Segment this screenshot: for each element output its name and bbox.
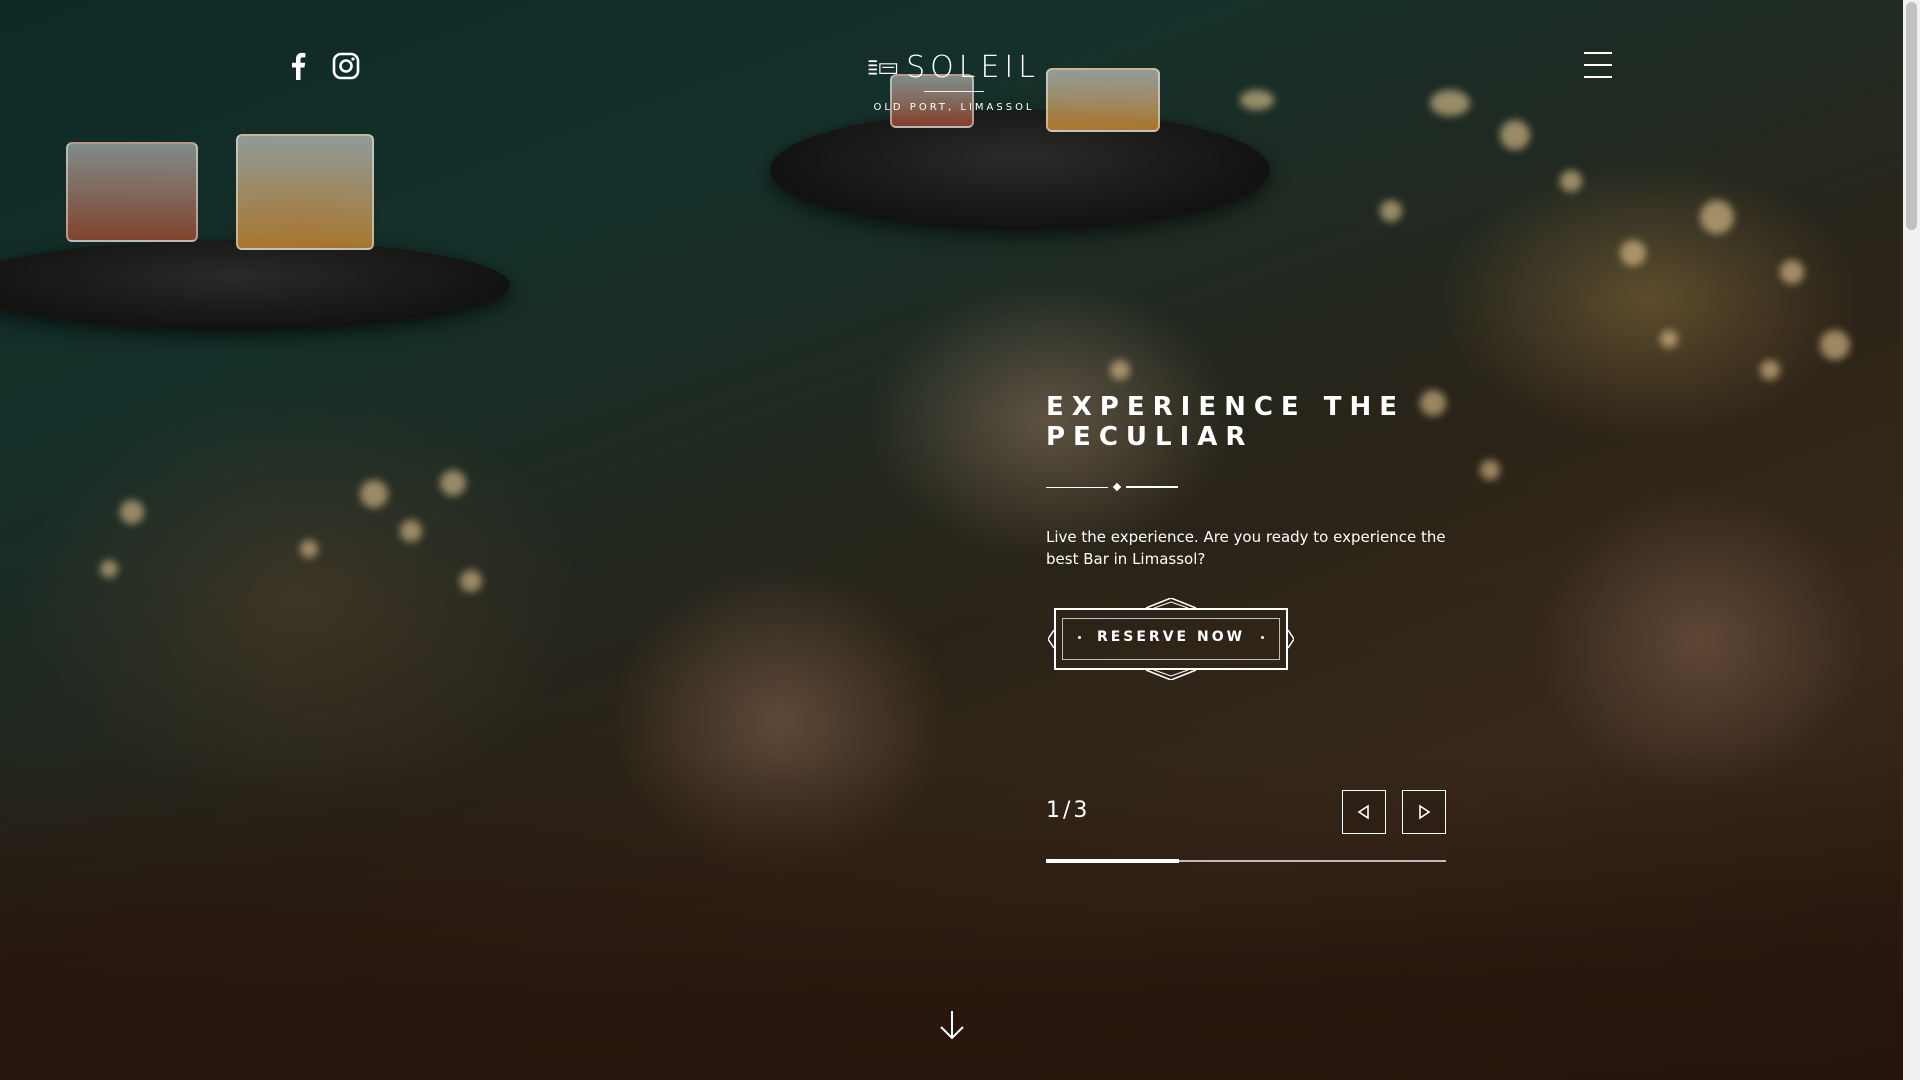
- logo-rule: [924, 91, 984, 92]
- next-slide-button[interactable]: [1402, 790, 1446, 834]
- hero-viewport: SOLEIL OLD PORT, LIMASSOL EXPERIENCE THE…: [0, 0, 1903, 1080]
- slide-progress-track: [1046, 859, 1446, 863]
- logo-wordmark: SOLEIL: [906, 50, 1040, 85]
- logo-emblem-icon: [868, 59, 898, 75]
- slide-description: Live the experience. Are you ready to ex…: [1046, 528, 1446, 568]
- social-links: [284, 52, 360, 80]
- reserve-now-button[interactable]: RESERVE NOW: [1048, 598, 1294, 680]
- hero-overlay: [0, 0, 1903, 1080]
- slide-title: EXPERIENCE THE PECULIAR: [1046, 392, 1405, 452]
- arrow-left-icon: [1357, 804, 1369, 820]
- prev-slide-button[interactable]: [1342, 790, 1386, 834]
- scroll-down-button[interactable]: [938, 1010, 966, 1040]
- instagram-icon[interactable]: [332, 52, 360, 80]
- arrow-down-icon: [940, 1011, 964, 1040]
- facebook-icon[interactable]: [284, 52, 312, 80]
- slide-caption: EXPERIENCE THE PECULIAR Live the experie…: [1046, 392, 1446, 570]
- page-scrollbar[interactable]: [1903, 0, 1920, 1080]
- title-divider: [1046, 482, 1446, 492]
- site-logo[interactable]: SOLEIL OLD PORT, LIMASSOL: [868, 50, 1040, 113]
- hamburger-menu-icon[interactable]: [1584, 52, 1612, 78]
- scrollbar-thumb[interactable]: [1906, 2, 1917, 230]
- slide-progress-fill: [1046, 859, 1180, 863]
- arrow-right-icon: [1419, 804, 1431, 820]
- slide-counter: 1/3: [1046, 798, 1091, 823]
- reserve-now-label: RESERVE NOW: [1096, 629, 1246, 645]
- logo-tagline: OLD PORT, LIMASSOL: [873, 102, 1035, 113]
